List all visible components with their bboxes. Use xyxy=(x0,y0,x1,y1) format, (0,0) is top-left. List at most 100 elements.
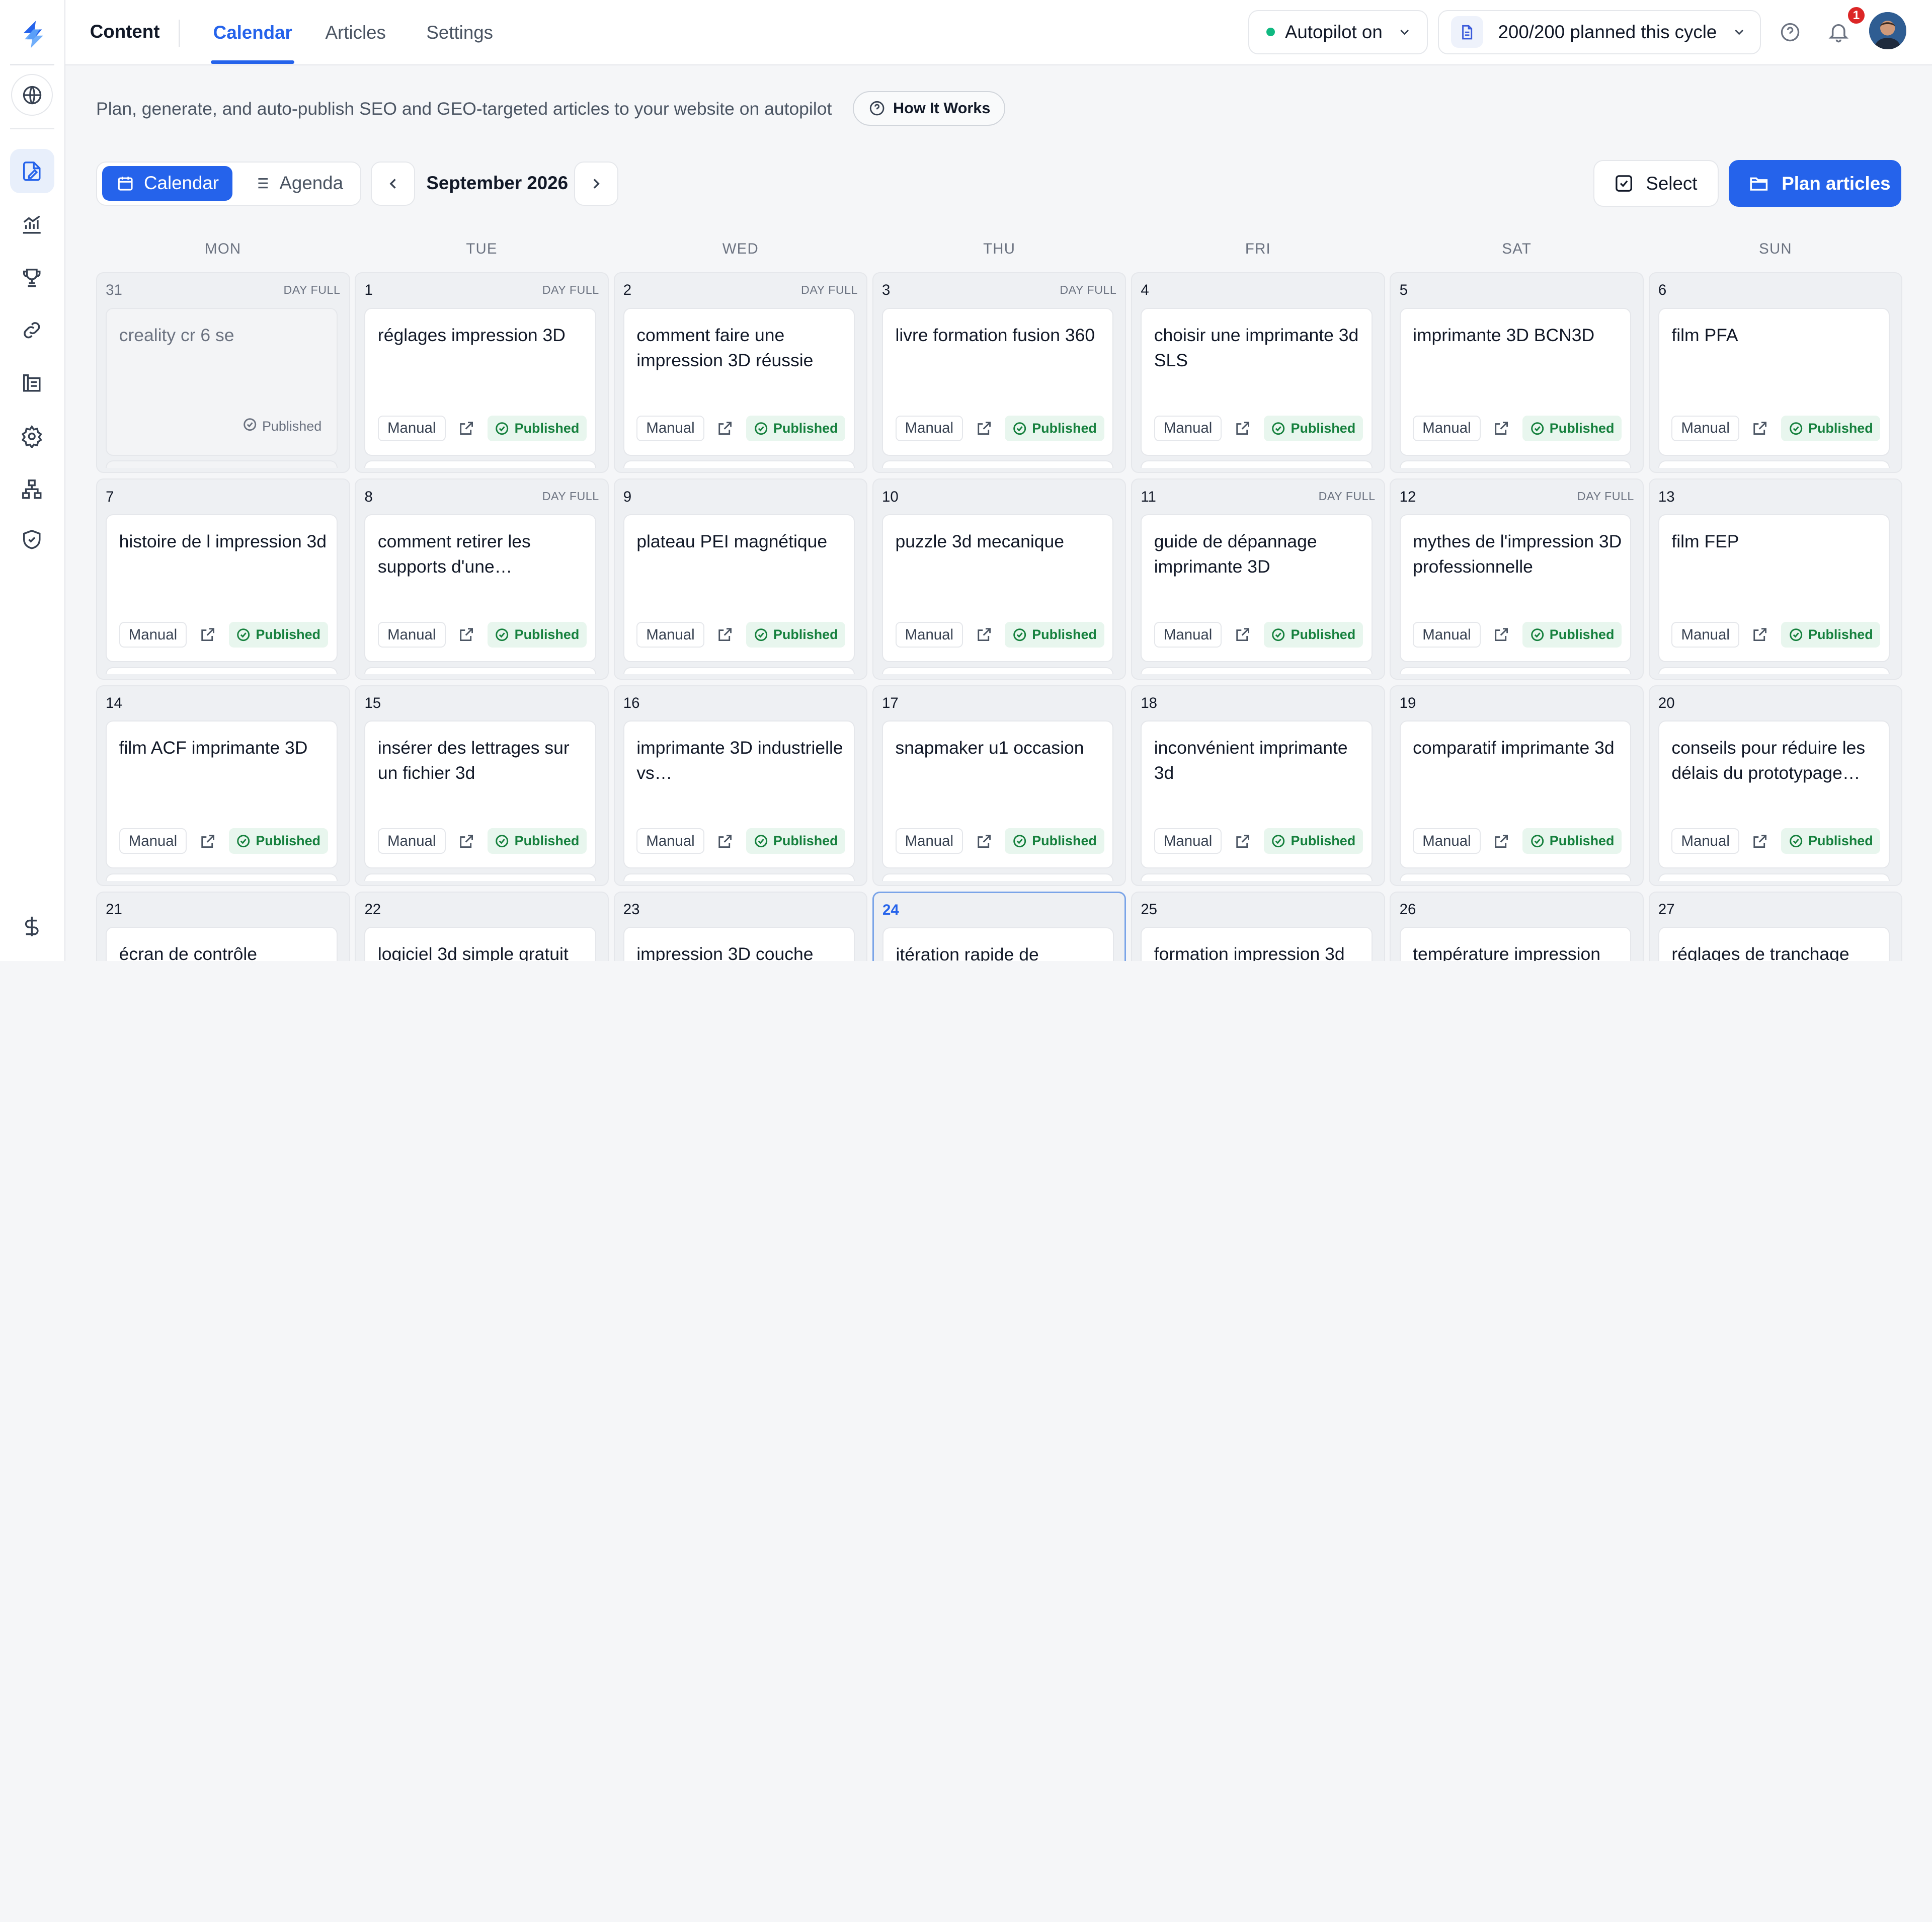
calendar-day[interactable]: 1 DAY FULL réglages impression 3D Manual Pub… xyxy=(355,272,609,473)
sidebar-item-analytics[interactable] xyxy=(10,202,54,247)
calendar-day[interactable]: 9 plateau PEI magnétique Manual Published xyxy=(613,478,868,680)
next-article-card-edge[interactable] xyxy=(106,873,338,881)
article-card[interactable]: film FEP Manual Published xyxy=(1658,514,1890,662)
autopilot-dropdown[interactable]: Autopilot on xyxy=(1248,10,1428,54)
external-link-icon[interactable] xyxy=(197,623,219,646)
article-card[interactable]: imprimante 3D industrielle vs… Manual Publ… xyxy=(623,720,855,869)
tab-settings[interactable]: Settings xyxy=(426,22,493,43)
how-it-works-button[interactable]: How It Works xyxy=(852,91,1006,126)
sidebar-item-content[interactable] xyxy=(10,149,54,194)
article-card[interactable]: logiciel 3d simple gratuitManualPublishe… xyxy=(364,927,596,962)
article-card[interactable]: écran de contrôleManualPublished xyxy=(106,927,338,962)
external-link-icon[interactable] xyxy=(1490,830,1512,852)
calendar-day[interactable]: 14 film ACF imprimante 3D Manual Published xyxy=(96,685,350,886)
sidebar-item-rankings[interactable] xyxy=(10,255,54,299)
article-card[interactable]: réglages impression 3D Manual Published xyxy=(364,307,596,456)
previous-month-button[interactable] xyxy=(371,161,416,206)
next-article-card-edge[interactable] xyxy=(623,667,855,675)
tab-calendar[interactable]: Calendar xyxy=(213,22,292,43)
article-card[interactable]: itération rapide deManualPublished xyxy=(882,927,1114,962)
next-article-card-edge[interactable] xyxy=(1658,873,1890,881)
next-article-card-edge[interactable] xyxy=(623,873,855,881)
external-link-icon[interactable] xyxy=(1749,830,1772,852)
external-link-icon[interactable] xyxy=(714,623,736,646)
next-article-card-edge[interactable] xyxy=(1141,460,1373,468)
article-card[interactable]: creality cr 6 se Published xyxy=(106,307,338,456)
article-card[interactable]: inconvénient imprimante 3d Manual Publishe… xyxy=(1141,720,1373,869)
sidebar-item-catalog[interactable] xyxy=(10,361,54,406)
calendar-day[interactable]: 12 DAY FULL mythes de l'impression 3D prof… xyxy=(1390,478,1644,680)
next-article-card-edge[interactable] xyxy=(882,460,1114,468)
calendar-day[interactable]: 7 histoire de l impression 3d Manual Publis… xyxy=(96,478,350,680)
next-article-card-edge[interactable] xyxy=(1141,667,1373,675)
avatar[interactable] xyxy=(1869,12,1906,49)
sidebar-item-security[interactable] xyxy=(10,518,54,562)
sidebar-item-billing[interactable] xyxy=(10,905,54,949)
calendar-day[interactable]: 22 logiciel 3d simple gratuitManualPublis… xyxy=(355,891,609,962)
external-link-icon[interactable] xyxy=(455,623,477,646)
next-month-button[interactable] xyxy=(574,161,619,206)
article-card[interactable]: température impressionManualPublished xyxy=(1399,927,1632,962)
external-link-icon[interactable] xyxy=(973,417,995,439)
calendar-day[interactable]: 5 imprimante 3D BCN3D Manual Published xyxy=(1390,272,1644,473)
calendar-day[interactable]: 11 DAY FULL guide de dépannage imprimante … xyxy=(1131,478,1385,680)
external-link-icon[interactable] xyxy=(1232,830,1254,852)
external-link-icon[interactable] xyxy=(1490,623,1512,646)
next-article-card-edge[interactable] xyxy=(364,460,596,468)
agenda-view-button[interactable]: Agenda xyxy=(237,166,356,201)
calendar-day[interactable]: 21 écran de contrôleManualPublished xyxy=(96,891,350,962)
next-article-card-edge[interactable] xyxy=(1399,460,1632,468)
calendar-day[interactable]: 26 température impressionManualPublished xyxy=(1390,891,1644,962)
article-card[interactable]: histoire de l impression 3d Manual Publish… xyxy=(106,514,338,662)
calendar-day[interactable]: 6 film PFA Manual Published xyxy=(1648,272,1903,473)
calendar-view-button[interactable]: Calendar xyxy=(102,166,233,201)
external-link-icon[interactable] xyxy=(973,830,995,852)
calendar-day[interactable]: 8 DAY FULL comment retirer les supports d'… xyxy=(355,478,609,680)
site-switcher-button[interactable] xyxy=(11,73,53,116)
article-card[interactable]: guide de dépannage imprimante 3D Manual Pu… xyxy=(1141,514,1373,662)
external-link-icon[interactable] xyxy=(973,623,995,646)
external-link-icon[interactable] xyxy=(1749,623,1772,646)
sidebar-item-structure[interactable] xyxy=(10,467,54,511)
calendar-day[interactable]: 10 puzzle 3d mecanique Manual Published xyxy=(872,478,1126,680)
external-link-icon[interactable] xyxy=(714,417,736,439)
external-link-icon[interactable] xyxy=(1490,417,1512,439)
next-article-card-edge[interactable] xyxy=(1141,873,1373,881)
article-card[interactable]: comment faire une impression 3D réussie M… xyxy=(623,307,855,456)
next-article-card-edge[interactable] xyxy=(364,667,596,675)
logo-icon[interactable] xyxy=(16,17,51,52)
next-article-card-edge[interactable] xyxy=(106,460,338,468)
article-card[interactable]: choisir une imprimante 3d SLS Manual Publi… xyxy=(1141,307,1373,456)
external-link-icon[interactable] xyxy=(197,830,219,852)
next-article-card-edge[interactable] xyxy=(364,873,596,881)
calendar-day[interactable]: 19 comparatif imprimante 3d Manual Publishe… xyxy=(1390,685,1644,886)
article-card[interactable]: imprimante 3D BCN3D Manual Published xyxy=(1399,307,1632,456)
external-link-icon[interactable] xyxy=(455,830,477,852)
article-card[interactable]: mythes de l'impression 3D professionnell… xyxy=(1399,514,1632,662)
calendar-day[interactable]: 15 insérer des lettrages sur un fichier 3… xyxy=(355,685,609,886)
article-card[interactable]: impression 3D coucheManualPublished xyxy=(623,927,855,962)
next-article-card-edge[interactable] xyxy=(882,873,1114,881)
article-card[interactable]: formation impression 3dManualPublished xyxy=(1141,927,1373,962)
sidebar-item-settings[interactable] xyxy=(10,414,54,458)
article-card[interactable]: insérer des lettrages sur un fichier 3d M… xyxy=(364,720,596,869)
article-card[interactable]: snapmaker u1 occasion Manual Published xyxy=(882,720,1114,869)
plan-articles-button[interactable]: Plan articles xyxy=(1728,160,1901,207)
next-article-card-edge[interactable] xyxy=(106,667,338,675)
calendar-day[interactable]: 25 formation impression 3dManualPublished xyxy=(1131,891,1385,962)
calendar-day[interactable]: 17 snapmaker u1 occasion Manual Published xyxy=(872,685,1126,886)
calendar-day[interactable]: 4 choisir une imprimante 3d SLS Manual Publ… xyxy=(1131,272,1385,473)
next-article-card-edge[interactable] xyxy=(882,667,1114,675)
article-card[interactable]: film ACF imprimante 3D Manual Published xyxy=(106,720,338,869)
article-card[interactable]: puzzle 3d mecanique Manual Published xyxy=(882,514,1114,662)
calendar-day[interactable]: 3 DAY FULL livre formation fusion 360 Manua… xyxy=(872,272,1126,473)
article-card[interactable]: livre formation fusion 360 Manual Publishe… xyxy=(882,307,1114,456)
select-button[interactable]: Select xyxy=(1593,160,1719,207)
article-card[interactable]: comment retirer les supports d'une… Manua… xyxy=(364,514,596,662)
calendar-day[interactable]: 16 imprimante 3D industrielle vs… Manual Pu… xyxy=(613,685,868,886)
external-link-icon[interactable] xyxy=(1232,417,1254,439)
article-card[interactable]: plateau PEI magnétique Manual Published xyxy=(623,514,855,662)
plan-counter-dropdown[interactable]: 200/200 planned this cycle xyxy=(1437,10,1761,54)
external-link-icon[interactable] xyxy=(714,830,736,852)
next-article-card-edge[interactable] xyxy=(1658,460,1890,468)
